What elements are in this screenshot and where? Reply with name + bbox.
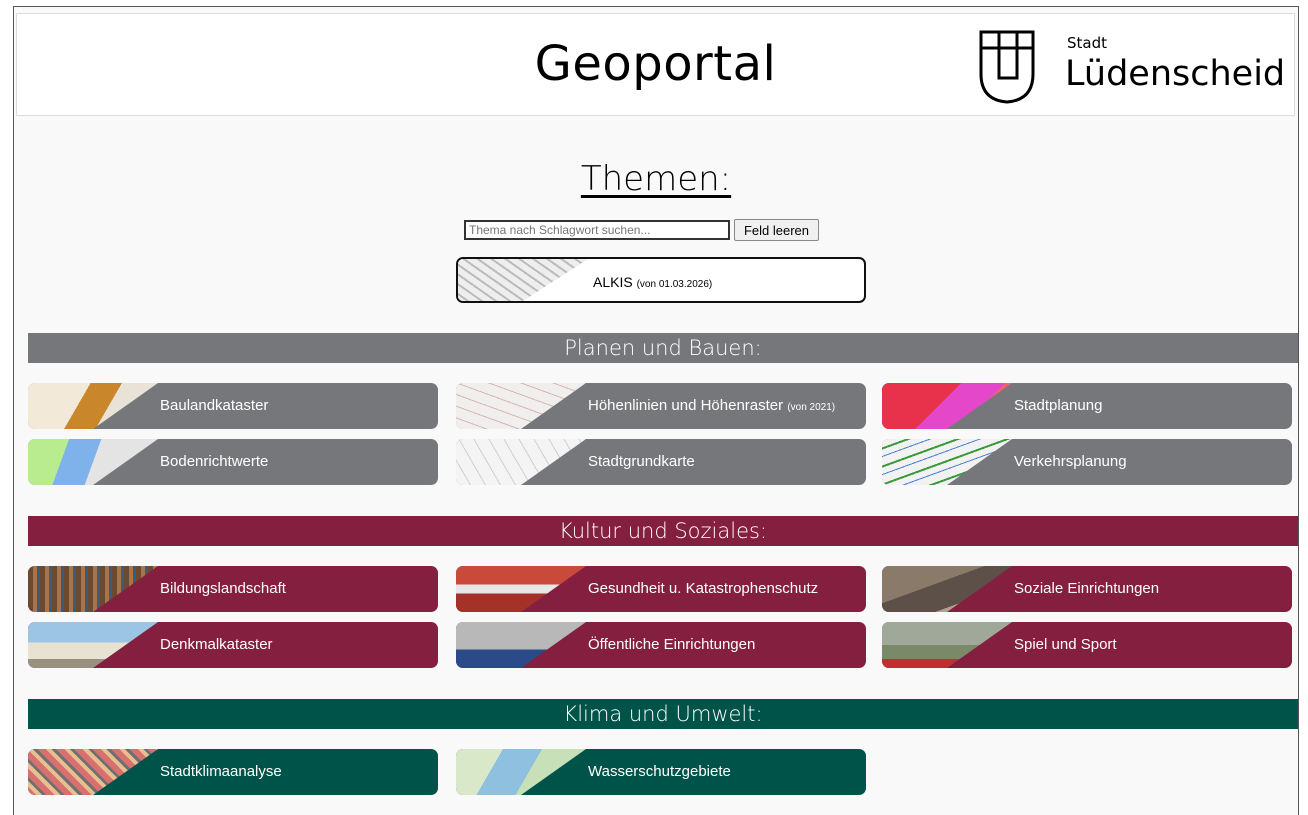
page-frame: Geoportal Stadt Lüdenscheid Themen: Feld… xyxy=(13,6,1299,815)
tile-label: Gesundheit u. Katastrophenschutz xyxy=(588,580,819,597)
clear-field-button[interactable]: Feld leeren xyxy=(734,219,819,241)
tile-stadtplanung[interactable]: Stadtplanung xyxy=(882,383,1292,429)
tile-thumbnail xyxy=(882,439,1012,485)
tile-denkmalkataster[interactable]: Denkmalkataster xyxy=(28,622,438,668)
tile-stadtklimaanalyse[interactable]: Stadtklimaanalyse xyxy=(28,749,438,795)
tile-thumbnail xyxy=(456,749,586,795)
tile-thumbnail xyxy=(28,749,158,795)
tile-gesundheit[interactable]: Gesundheit u. Katastrophenschutz xyxy=(456,566,866,612)
tile-oeffentliche-einrichtungen[interactable]: Öffentliche Einrichtungen xyxy=(456,622,866,668)
tile-thumbnail xyxy=(882,383,1012,429)
tile-bildungslandschaft[interactable]: Bildungslandschaft xyxy=(28,566,438,612)
tile-label: ALKIS (von 01.03.2026) xyxy=(593,274,713,290)
logo-text-big: Lüdenscheid xyxy=(1065,54,1286,94)
tile-label: Höhenlinien und Höhenraster (von 2021) xyxy=(588,397,836,414)
tile-soziale-einrichtungen[interactable]: Soziale Einrichtungen xyxy=(882,566,1292,612)
section-planen-bauen: Planen und Bauen: xyxy=(28,333,1298,363)
tile-bodenrichtwerte[interactable]: Bodenrichtwerte xyxy=(28,439,438,485)
tile-thumbnail xyxy=(28,622,158,668)
section-klima-umwelt: Klima und Umwelt: xyxy=(28,699,1298,729)
crest-icon xyxy=(979,30,1035,104)
tile-label: Bodenrichtwerte xyxy=(160,453,269,470)
tile-thumbnail xyxy=(456,566,586,612)
search-bar: Feld leeren xyxy=(464,219,864,241)
tile-alkis[interactable]: ALKIS (von 01.03.2026) xyxy=(456,257,866,303)
tile-label: Denkmalkataster xyxy=(160,636,273,653)
tile-label: Bildungslandschaft xyxy=(160,580,286,597)
tile-stadtgrundkarte[interactable]: Stadtgrundkarte xyxy=(456,439,866,485)
tile-label: Stadtklimaanalyse xyxy=(160,763,282,780)
tile-thumbnail xyxy=(28,566,158,612)
tile-label: Spiel und Sport xyxy=(1014,636,1117,653)
city-logo[interactable]: Stadt Lüdenscheid xyxy=(977,28,1297,108)
tile-thumbnail xyxy=(456,383,586,429)
tile-label: Stadtgrundkarte xyxy=(588,453,695,470)
tile-label: Verkehrsplanung xyxy=(1014,453,1127,470)
tile-verkehrsplanung[interactable]: Verkehrsplanung xyxy=(882,439,1292,485)
tile-label: Wasserschutzgebiete xyxy=(588,763,731,780)
tile-spiel-sport[interactable]: Spiel und Sport xyxy=(882,622,1292,668)
tile-hoehenlinien[interactable]: Höhenlinien und Höhenraster (von 2021) xyxy=(456,383,866,429)
logo-text-small: Stadt xyxy=(1067,34,1107,52)
tile-thumbnail xyxy=(456,622,586,668)
tile-label: Öffentliche Einrichtungen xyxy=(588,636,756,653)
tile-thumbnail xyxy=(28,383,158,429)
tile-thumbnail xyxy=(28,439,158,485)
section-kultur-soziales: Kultur und Soziales: xyxy=(28,516,1298,546)
tile-label: Soziale Einrichtungen xyxy=(1014,580,1160,597)
tile-thumbnail xyxy=(882,566,1012,612)
tile-label: Stadtplanung xyxy=(1014,397,1103,414)
tile-baulandkataster[interactable]: Baulandkataster xyxy=(28,383,438,429)
tile-thumbnail xyxy=(882,622,1012,668)
alkis-thumbnail xyxy=(458,259,588,301)
themen-heading: Themen: xyxy=(580,159,732,199)
search-input[interactable] xyxy=(464,220,730,240)
tile-label: Baulandkataster xyxy=(160,397,269,414)
tile-thumbnail xyxy=(456,439,586,485)
header: Geoportal Stadt Lüdenscheid xyxy=(16,13,1295,116)
tile-wasserschutzgebiete[interactable]: Wasserschutzgebiete xyxy=(456,749,866,795)
